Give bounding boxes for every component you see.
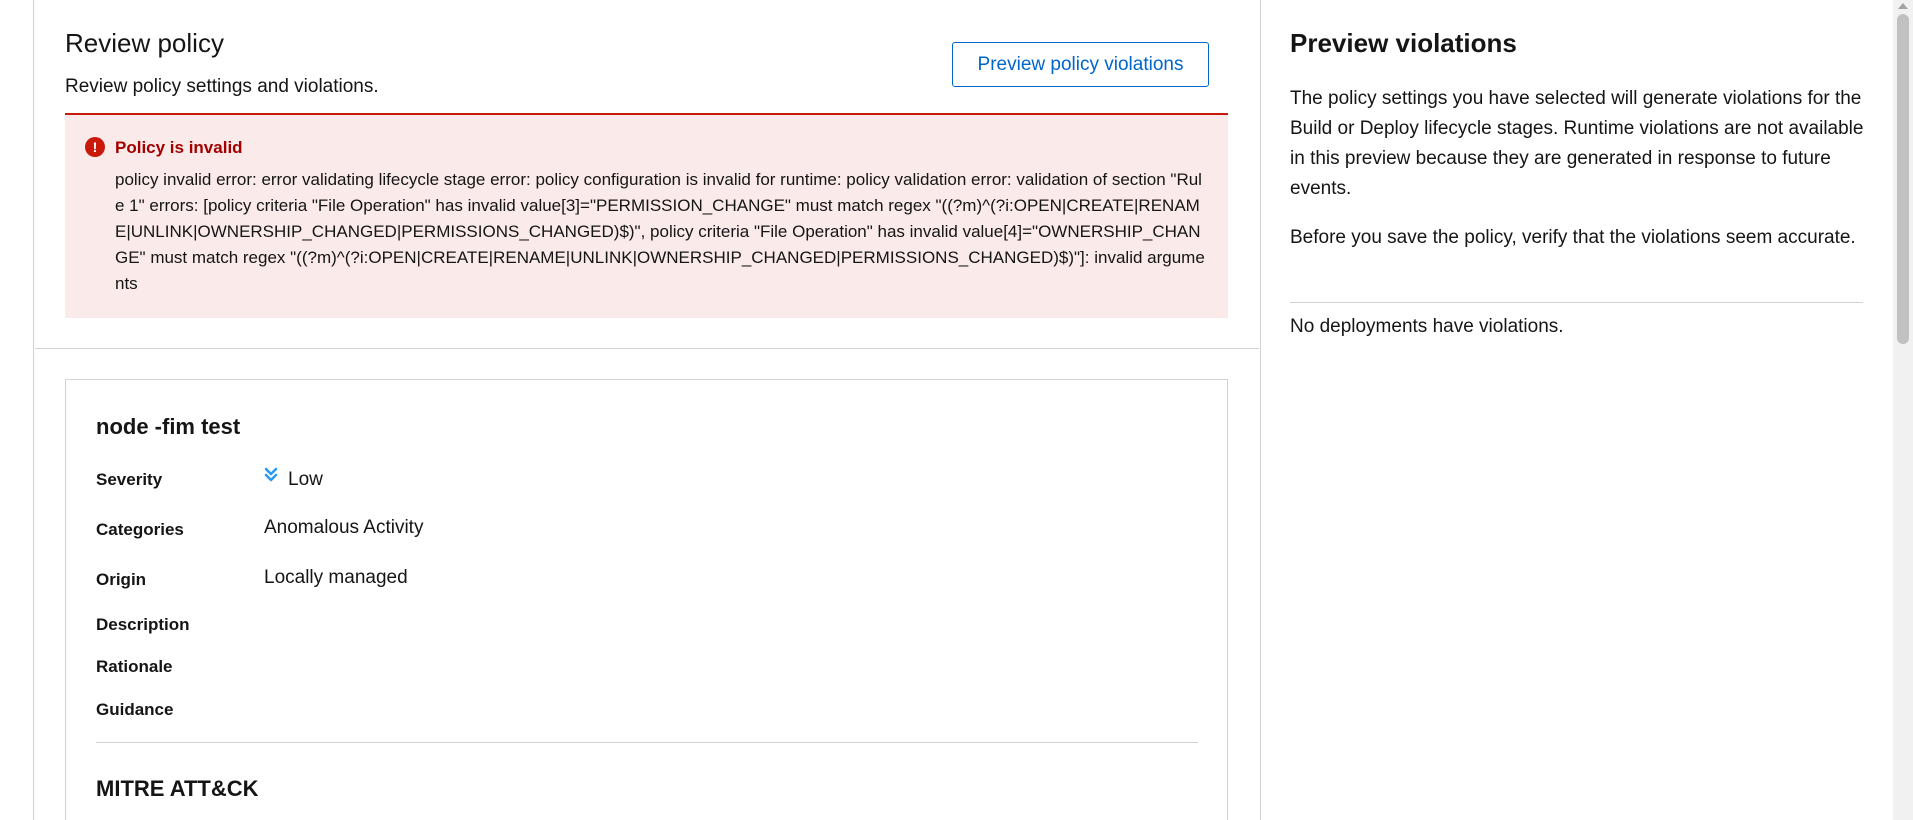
no-violations-message: No deployments have violations.	[1290, 316, 1564, 337]
page-title: Review policy	[65, 28, 224, 58]
severity-value: Low	[288, 469, 323, 490]
exclamation-circle-icon: !	[85, 137, 105, 157]
mitre-attack-title: MITRE ATT&CK	[96, 776, 259, 801]
review-header-section: Review policy Review policy settings and…	[35, 0, 1259, 349]
preview-violations-panel: Preview violations The policy settings y…	[1260, 0, 1893, 820]
scrollbar-thumb[interactable]	[1897, 14, 1909, 344]
origin-value: Locally managed	[264, 567, 408, 588]
severity-value-wrap: Low	[264, 467, 323, 491]
preview-explanation-text: The policy settings you have selected wi…	[1290, 88, 1864, 199]
preview-violations-title: Preview violations	[1290, 28, 1517, 58]
alert-title: Policy is invalid	[115, 138, 243, 157]
alert-message: policy invalid error: error validating l…	[115, 170, 1205, 293]
preview-verify-text: Before you save the policy, verify that …	[1290, 227, 1856, 248]
vertical-scrollbar[interactable]	[1893, 0, 1913, 820]
preview-divider	[1290, 302, 1863, 303]
origin-label: Origin	[96, 570, 147, 589]
scroll-up-arrow-icon[interactable]	[1898, 3, 1908, 9]
angle-double-down-icon	[264, 467, 278, 487]
left-gutter	[0, 0, 34, 820]
guidance-label: Guidance	[96, 700, 174, 719]
page-subtitle: Review policy settings and violations.	[65, 76, 379, 97]
severity-label: Severity	[96, 470, 163, 489]
policy-name: node -fim test	[96, 414, 241, 439]
review-policy-panel: Review policy Review policy settings and…	[35, 0, 1259, 820]
preview-policy-violations-button[interactable]: Preview policy violations	[952, 42, 1209, 87]
policy-invalid-alert: ! Policy is invalid policy invalid error…	[65, 113, 1228, 318]
policy-details-card: node -fim test Severity Low Categories A…	[65, 379, 1228, 820]
categories-value: Anomalous Activity	[264, 517, 424, 538]
categories-label: Categories	[96, 520, 184, 539]
card-divider	[96, 742, 1198, 743]
rationale-label: Rationale	[96, 657, 173, 676]
description-label: Description	[96, 615, 190, 634]
